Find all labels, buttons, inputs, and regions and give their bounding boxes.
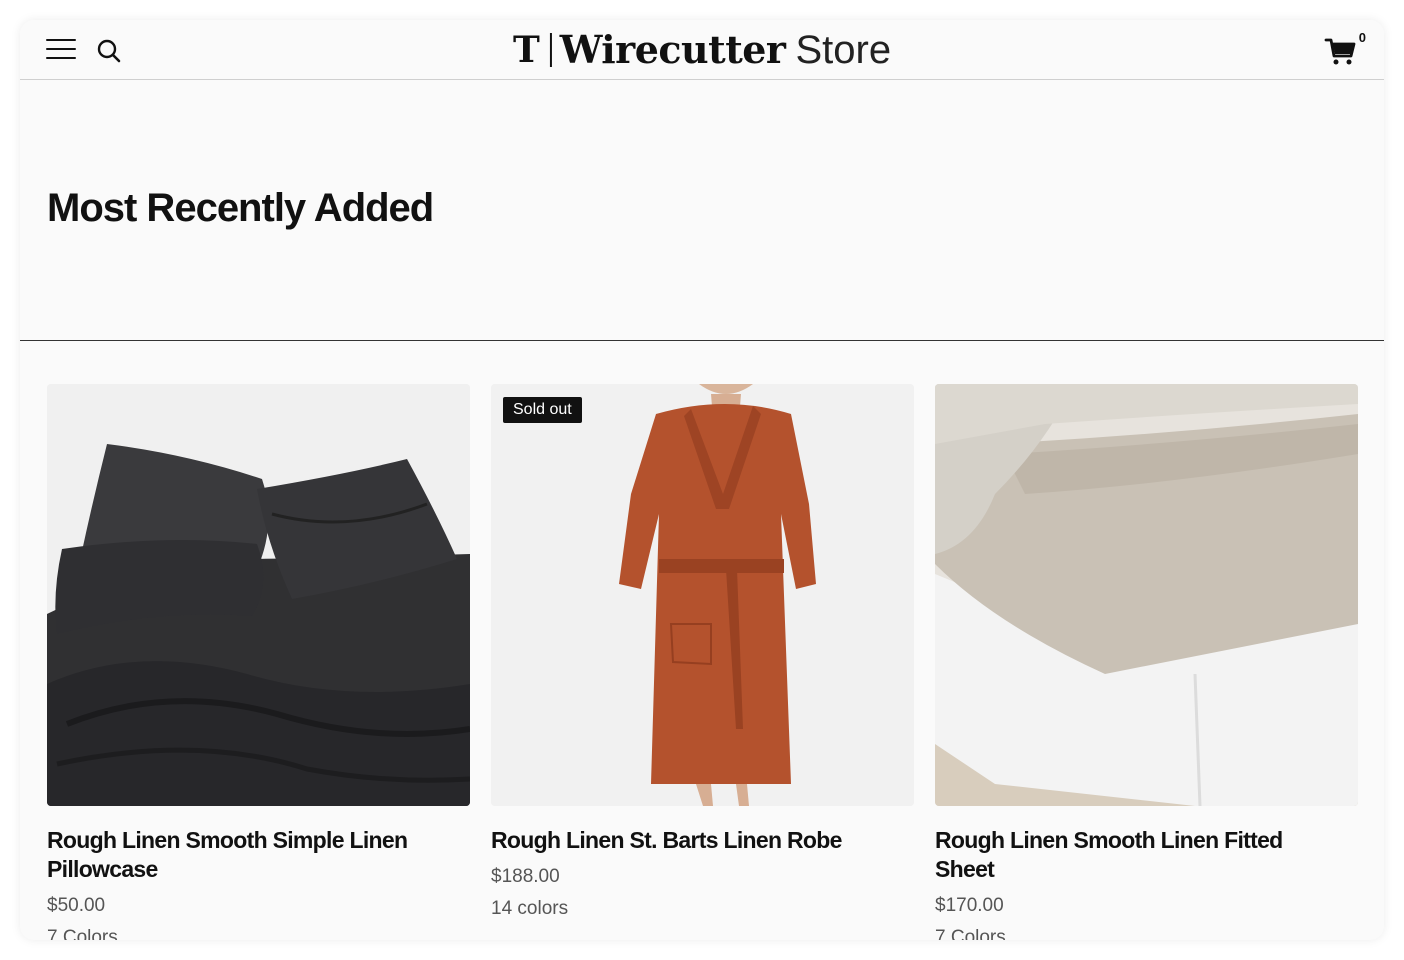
sold-out-badge: Sold out — [503, 397, 582, 423]
search-icon — [97, 39, 121, 63]
pillowcase-image — [47, 384, 470, 806]
product-title[interactable]: Rough Linen Smooth Linen Fitted Sheet — [935, 826, 1335, 884]
product-image[interactable] — [935, 384, 1358, 806]
logo-divider — [549, 33, 552, 67]
product-grid: Rough Linen Smooth Simple Linen Pillowca… — [47, 384, 1358, 940]
product-colors: 7 Colors — [935, 927, 1006, 940]
product-price: $50.00 — [47, 895, 106, 916]
fitted-sheet-image — [935, 384, 1358, 806]
product-title[interactable]: Rough Linen Smooth Simple Linen Pillowca… — [47, 826, 447, 884]
product-card[interactable]: Sold out Rough Linen St. Barts Linen Rob… — [491, 384, 914, 940]
menu-button[interactable] — [46, 39, 76, 61]
search-button[interactable] — [96, 38, 122, 64]
product-price: $170.00 — [935, 895, 1004, 916]
product-image[interactable] — [47, 384, 470, 806]
product-colors: 7 Colors — [47, 927, 118, 940]
browser-window: T Wirecutter Store 0 Most Recently Added — [20, 20, 1384, 940]
robe-image — [491, 384, 914, 806]
product-price: $188.00 — [491, 866, 560, 887]
cart-count-badge: 0 — [1358, 30, 1366, 45]
logo-brand-text: Wirecutter — [559, 27, 786, 72]
product-colors: 14 colors — [491, 898, 569, 919]
nyt-logo-mark: T — [512, 29, 540, 71]
menu-icon-bar — [46, 48, 76, 50]
cart-icon — [1324, 38, 1356, 65]
product-card[interactable]: Rough Linen Smooth Simple Linen Pillowca… — [47, 384, 470, 940]
page-title: Most Recently Added — [47, 186, 434, 230]
menu-icon-bar — [46, 57, 76, 59]
cart-button[interactable]: 0 — [1324, 30, 1366, 68]
logo-store-text: Store — [795, 28, 892, 72]
site-logo[interactable]: T Wirecutter Store — [512, 27, 892, 73]
product-card[interactable]: Rough Linen Smooth Linen Fitted Sheet $1… — [935, 384, 1358, 940]
product-title[interactable]: Rough Linen St. Barts Linen Robe — [491, 826, 891, 855]
product-image[interactable]: Sold out — [491, 384, 914, 806]
menu-icon-bar — [46, 39, 76, 41]
section-divider — [20, 340, 1384, 341]
site-header: T Wirecutter Store 0 — [20, 20, 1384, 80]
